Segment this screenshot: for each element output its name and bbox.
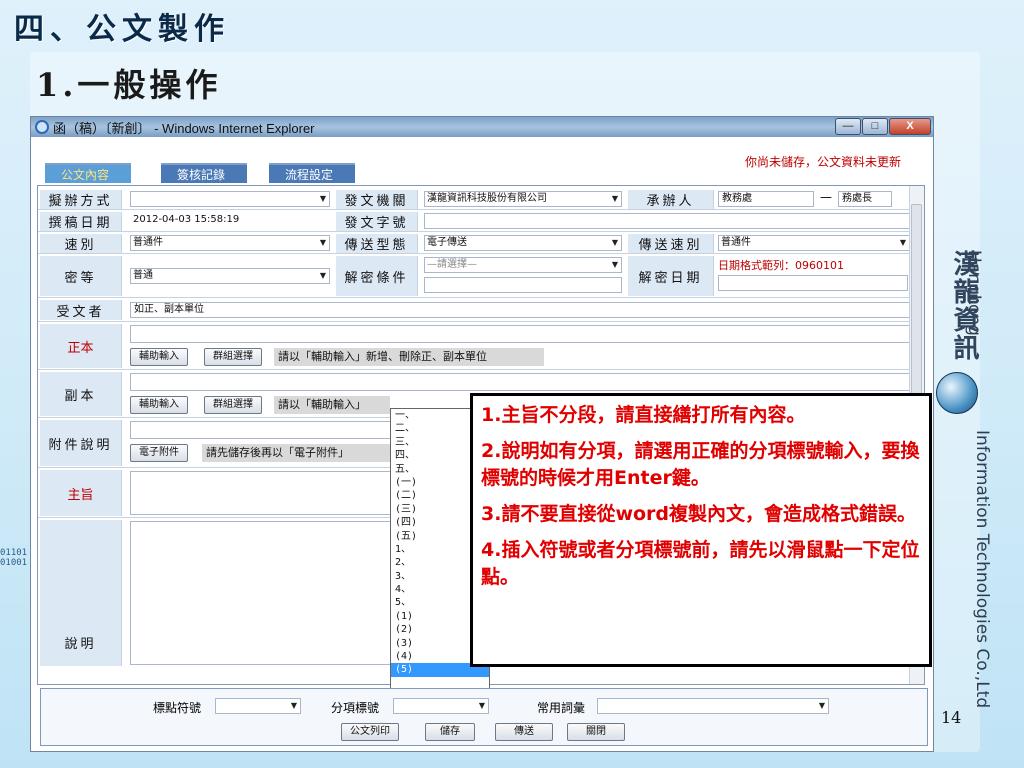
slide-title: 四、公文製作 (14, 12, 230, 47)
brand-tagline: Information Technologies Co.,Ltd (972, 430, 992, 709)
unsaved-notice: 你尚未儲存，公文資料未更新 (744, 155, 901, 169)
tab-approval-records-label: 簽核記錄 (177, 168, 226, 182)
original-group-select-button[interactable]: 群組選擇 (204, 348, 262, 366)
numbering-label: 分項標號 (331, 701, 380, 715)
doc-number-input[interactable] (424, 213, 910, 229)
minimize-button[interactable]: — (835, 118, 861, 135)
globe-icon (936, 372, 978, 414)
declassify-cond-select[interactable]: —請選擇— (424, 257, 622, 273)
window-titlebar: 函（稿）〔新創〕 - Windows Internet Explorer — □… (31, 117, 933, 137)
form-row-recipient: 受文者 如正、副本單位 (38, 298, 910, 322)
draft-date-value: 2012-04-03 15:58:19 (130, 213, 330, 229)
declassify-cond-label: 解密條件 (336, 256, 418, 296)
handler-label: 承辦人 (628, 190, 714, 209)
close-button[interactable]: 關閉 (567, 723, 625, 741)
bottom-toolbar: 標點符號 分項標號 常用詞彙 公文列印 儲存 傳送 關閉 (40, 688, 928, 746)
save-button[interactable]: 儲存 (425, 723, 475, 741)
binary-line-2: 01001 (0, 558, 28, 568)
form-row-date: 撰稿日期 2012-04-03 15:58:19 發文字號 (38, 210, 910, 232)
send-button[interactable]: 傳送 (495, 723, 553, 741)
doc-number-label: 發文字號 (336, 212, 418, 231)
send-type-select[interactable]: 電子傳送 (424, 235, 622, 251)
binary-line-1: 01101 (0, 548, 28, 558)
attachment-hint: 請先儲存後再以「電子附件」 (202, 444, 390, 462)
tab-bar: 公文內容 簽核記錄 流程設定 你尚未儲存，公文資料未更新 (31, 137, 933, 183)
secret-level-select[interactable]: 普通 (130, 268, 330, 284)
punctuation-select[interactable] (215, 698, 301, 714)
form-row-speed: 速別 普通件 傳送型態 電子傳送 傳送速別 普通件 (38, 232, 910, 254)
copy-textarea[interactable] (130, 373, 910, 391)
instruction-3: 3.請不要直接從word複製內文，會造成格式錯誤。 (481, 503, 917, 525)
copy-label: 副本 (40, 372, 122, 416)
copy-group-select-button[interactable]: 群組選擇 (204, 396, 262, 414)
declassify-date-hint: 日期格式範列：0960101 (718, 259, 844, 272)
tab-approval-records[interactable]: 簽核記錄 (161, 163, 248, 183)
draft-method-label: 擬辦方式 (40, 190, 122, 209)
tab-flow-settings-label: 流程設定 (285, 168, 334, 182)
handler-person-input[interactable]: 務處長 (838, 191, 892, 207)
original-hint: 請以「輔助輸入」新增、刪除正、副本單位 (274, 348, 544, 366)
form-row-secret: 密等 普通 解密條件 —請選擇— 解密日期 日期格式範列：0960101 (38, 254, 910, 298)
instruction-2: 2.說明如有分項，請選用正確的分項標號輸入，要換標號的時候才用Enter鍵。 (481, 440, 920, 489)
binary-decoration: 01101 01001 (0, 548, 27, 568)
handler-dash: — (820, 190, 832, 204)
speed-label: 速別 (40, 234, 122, 253)
phrases-select[interactable] (597, 698, 829, 714)
print-document-button[interactable]: 公文列印 (341, 723, 399, 741)
slide-subtitle: 1.一般操作 (36, 66, 222, 104)
draft-date-label: 撰稿日期 (40, 212, 122, 231)
page-number: 14 (941, 708, 962, 727)
handler-dept-input[interactable]: 教務處 (718, 191, 814, 207)
send-speed-select[interactable]: 普通件 (718, 235, 910, 251)
form-row-draft: 擬辦方式 發文機關 漢龍資訊科技股份有限公司 承辦人 教務處 — 務處長 (38, 188, 910, 210)
instruction-callout: 1.主旨不分段，請直接繕打所有內容。 2.說明如有分項，請選用正確的分項標號輸入… (470, 393, 932, 667)
original-label: 正本 (40, 324, 122, 368)
window-title: 函（稿）〔新創〕 - Windows Internet Explorer (53, 120, 315, 136)
declassify-cond-input[interactable] (424, 277, 622, 293)
copy-assist-input-button[interactable]: 輔助輸入 (130, 396, 188, 414)
send-speed-label: 傳送速別 (628, 234, 714, 253)
attachment-label: 附件說明 (40, 420, 122, 466)
tab-document-content-label: 公文內容 (61, 168, 110, 182)
declassify-date-input[interactable] (718, 275, 908, 291)
form-row-original: 正本 輔助輸入 群組選擇 請以「輔助輸入」新增、刪除正、副本單位 (38, 322, 910, 370)
brand-logo: HangLong 漢龍資訊 Information Technologies C… (936, 250, 1014, 750)
numbering-select[interactable] (393, 698, 489, 714)
maximize-button[interactable]: □ (862, 118, 888, 135)
punctuation-label: 標點符號 (153, 701, 202, 715)
tab-document-content[interactable]: 公文內容 (45, 163, 132, 183)
original-textarea[interactable] (130, 325, 910, 343)
window-controls: — □ X (835, 118, 931, 135)
phrases-label: 常用詞彙 (537, 701, 586, 715)
issuing-org-label: 發文機關 (336, 190, 418, 209)
instruction-1: 1.主旨不分段，請直接繕打所有內容。 (481, 404, 806, 426)
speed-select[interactable]: 普通件 (130, 235, 330, 251)
instruction-4: 4.插入符號或者分項標號前，請先以滑鼠點一下定位點。 (481, 539, 920, 588)
draft-method-select[interactable] (130, 191, 330, 207)
close-window-button[interactable]: X (889, 118, 931, 135)
description-label: 說明 (40, 520, 122, 666)
ie-icon (35, 120, 49, 134)
electronic-attachment-button[interactable]: 電子附件 (130, 444, 188, 462)
brand-name-cn: 漢龍資訊 (949, 250, 979, 362)
subject-label: 主旨 (40, 470, 122, 516)
recipient-label: 受文者 (40, 300, 122, 320)
original-assist-input-button[interactable]: 輔助輸入 (130, 348, 188, 366)
secret-level-label: 密等 (40, 256, 122, 296)
recipient-input[interactable]: 如正、副本單位 (130, 302, 910, 318)
tab-flow-settings[interactable]: 流程設定 (269, 163, 356, 183)
issuing-org-select[interactable]: 漢龍資訊科技股份有限公司 (424, 191, 622, 207)
copy-hint: 請以「輔助輸入」 (274, 396, 390, 414)
send-type-label: 傳送型態 (336, 234, 418, 253)
declassify-date-label: 解密日期 (628, 256, 714, 296)
